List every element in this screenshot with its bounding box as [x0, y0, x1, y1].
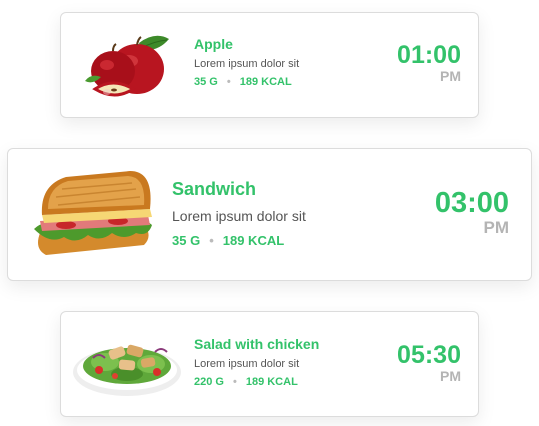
meal-name: Salad with chicken [194, 336, 320, 352]
meal-weight: 220 G [194, 376, 224, 388]
meal-name: Sandwich [172, 179, 257, 199]
meal-weight: 35 G [194, 76, 218, 88]
meal-time-period: PM [483, 218, 510, 237]
meal-time-period: PM [440, 368, 461, 384]
meal-description: Lorem ipsum dolor sit [194, 58, 300, 70]
meal-time: 03:00 [434, 187, 509, 219]
meal-time-period: PM [440, 68, 461, 84]
apple-image [77, 29, 177, 103]
meal-card-salad[interactable]: Salad with chicken Lorem ipsum dolor sit… [60, 311, 479, 417]
separator-dot: • [226, 76, 231, 88]
meal-time-block: 05:30 PM [397, 341, 461, 384]
meal-weight: 35 G [172, 233, 201, 248]
meal-stats: 35 G • 189 KCAL [172, 233, 306, 248]
separator-dot: • [232, 376, 237, 388]
meal-calories: 189 KCAL [222, 233, 285, 248]
sandwich-image [26, 167, 160, 265]
meal-calories: 189 KCAL [245, 376, 298, 388]
meal-stats: 220 G • 189 KCAL [194, 376, 319, 388]
meal-description: Lorem ipsum dolor sit [172, 208, 306, 224]
salad-image [71, 332, 183, 400]
meal-time: 01:00 [397, 41, 461, 69]
meal-time-block: 01:00 PM [397, 41, 461, 84]
meal-name: Apple [194, 36, 233, 52]
meal-time-block: 03:00 PM [434, 187, 510, 237]
meal-card-sandwich[interactable]: Sandwich Lorem ipsum dolor sit 35 G • 189 … [7, 148, 532, 281]
meal-card-apple[interactable]: Apple Lorem ipsum dolor sit 35 G • 189 KCA… [60, 12, 479, 118]
meal-calories: 189 KCAL [239, 76, 292, 88]
meal-time: 05:30 [397, 341, 461, 369]
separator-dot: • [209, 233, 214, 248]
meal-stats: 35 G • 189 KCAL [194, 76, 299, 88]
meal-description: Lorem ipsum dolor sit [194, 358, 300, 370]
